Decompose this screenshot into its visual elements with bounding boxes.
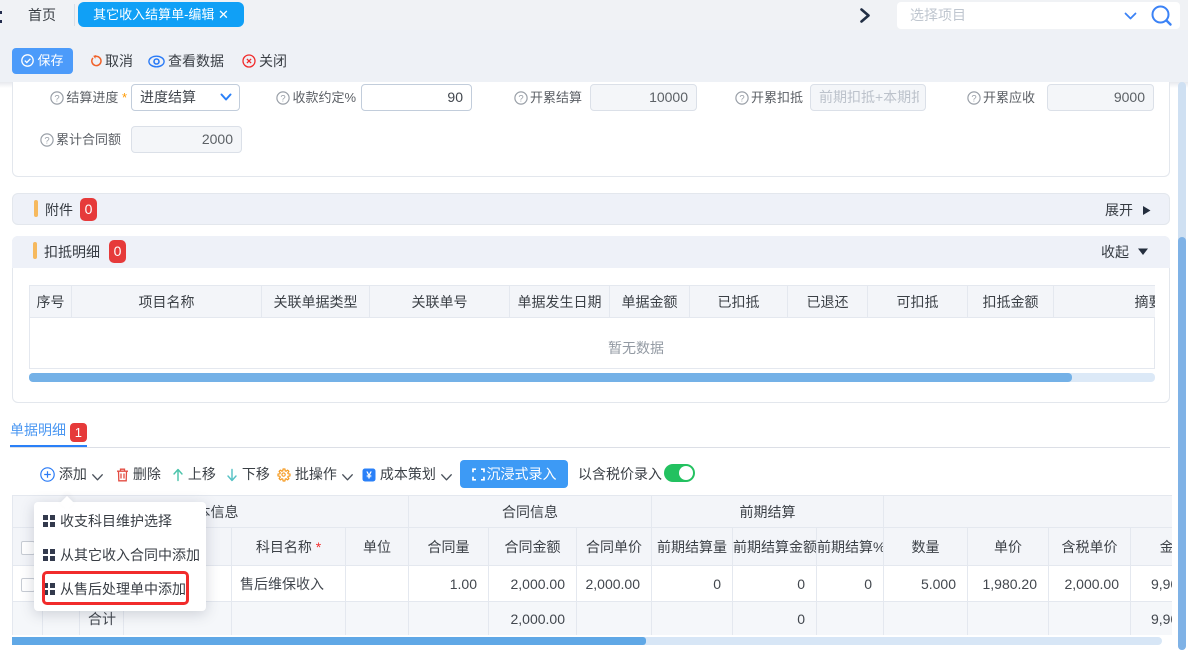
svg-text:?: ? (739, 93, 744, 104)
svg-text:?: ? (518, 93, 523, 104)
svg-text:?: ? (44, 135, 49, 146)
svg-text:?: ? (281, 93, 286, 104)
svg-text:?: ? (971, 93, 976, 104)
svg-text:?: ? (55, 93, 60, 104)
svg-text:¥: ¥ (366, 471, 372, 482)
